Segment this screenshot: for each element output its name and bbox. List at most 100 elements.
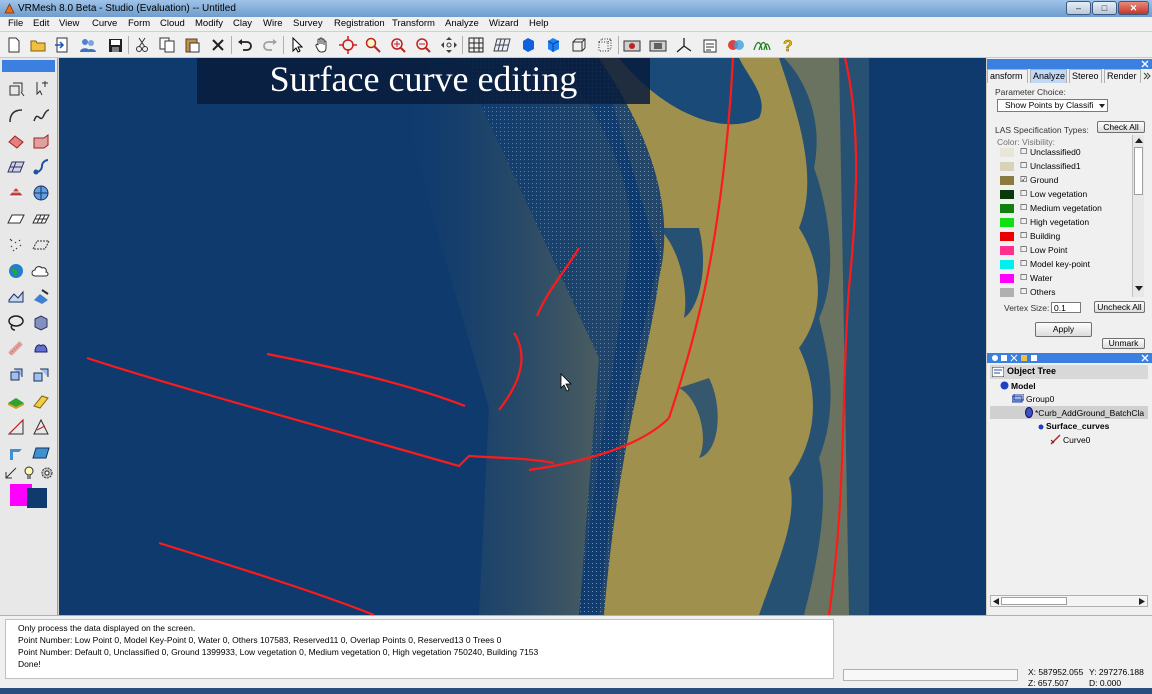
tree-node[interactable]: Curve0 bbox=[1050, 434, 1090, 447]
properties-icon[interactable] bbox=[700, 35, 720, 55]
wire-cube-icon[interactable] bbox=[569, 35, 589, 55]
terrain-icon[interactable] bbox=[5, 390, 27, 412]
class-row[interactable]: ☐ Medium vegetation bbox=[1000, 202, 1130, 216]
scroll-left-icon[interactable] bbox=[993, 598, 999, 605]
triangle-outline-icon[interactable] bbox=[30, 416, 52, 438]
visibility-checkbox[interactable]: ☐ bbox=[1020, 273, 1027, 282]
help-icon[interactable]: ? bbox=[778, 35, 798, 55]
menu-transform[interactable]: Transform bbox=[392, 18, 435, 29]
grid-icon[interactable] bbox=[466, 35, 486, 55]
blob-icon[interactable] bbox=[30, 338, 52, 360]
menu-curve[interactable]: Curve bbox=[92, 18, 117, 29]
class-row[interactable]: ☐ Low Point bbox=[1000, 244, 1130, 258]
class-row[interactable]: ☐ Low vegetation bbox=[1000, 188, 1130, 202]
visibility-checkbox[interactable]: ☐ bbox=[1020, 287, 1027, 296]
bulb-icon[interactable] bbox=[20, 464, 38, 482]
parameter-choice-select[interactable]: Show Points by Classifi bbox=[997, 99, 1108, 112]
class-row[interactable]: ☐ Model key-point bbox=[1000, 258, 1130, 272]
shaded-cube-icon[interactable] bbox=[543, 35, 563, 55]
pan-hand-icon[interactable] bbox=[312, 35, 332, 55]
cube-copy-icon[interactable] bbox=[30, 364, 52, 386]
scale-icon[interactable] bbox=[2, 464, 20, 482]
menu-file[interactable]: File bbox=[8, 18, 23, 29]
unmark-button[interactable]: Unmark bbox=[1102, 338, 1145, 349]
scroll-up-icon[interactable] bbox=[1135, 138, 1143, 143]
scatter-icon[interactable] bbox=[5, 234, 27, 256]
scroll-thumb[interactable] bbox=[1134, 147, 1143, 195]
menu-modify[interactable]: Modify bbox=[195, 18, 223, 29]
visibility-checkbox[interactable]: ☐ bbox=[1020, 147, 1027, 156]
tab-scroll-icon[interactable] bbox=[1143, 72, 1151, 80]
cube-select-icon[interactable] bbox=[5, 78, 27, 100]
undo-icon[interactable] bbox=[235, 35, 255, 55]
grid-flat-icon[interactable] bbox=[30, 208, 52, 230]
class-row[interactable]: ☐ Unclassified0 bbox=[1000, 146, 1130, 160]
menu-wire[interactable]: Wire bbox=[263, 18, 283, 29]
menu-form[interactable]: Form bbox=[128, 18, 150, 29]
curve-icon[interactable] bbox=[5, 105, 27, 127]
brush-icon[interactable] bbox=[30, 286, 52, 308]
new-icon[interactable] bbox=[4, 35, 24, 55]
axis-icon[interactable] bbox=[674, 35, 694, 55]
visibility-checkbox[interactable]: ☐ bbox=[1020, 231, 1027, 240]
tree-node[interactable]: Surface_curves bbox=[1038, 421, 1109, 432]
tab-stereo[interactable]: Stereo bbox=[1069, 69, 1102, 83]
vertex-size-input[interactable]: 0.1 bbox=[1051, 302, 1081, 313]
menu-analyze[interactable]: Analyze bbox=[445, 18, 479, 29]
background-color-swatch[interactable] bbox=[27, 488, 47, 508]
3d-viewport[interactable]: Surface curve editing bbox=[59, 58, 986, 615]
tree-node[interactable]: Group0 bbox=[1011, 393, 1054, 405]
close-icon[interactable] bbox=[1141, 60, 1149, 68]
class-row[interactable]: ☐ Water bbox=[1000, 272, 1130, 286]
copy-icon[interactable] bbox=[157, 35, 177, 55]
panel-icon[interactable] bbox=[30, 442, 52, 464]
spline-icon[interactable] bbox=[30, 105, 52, 127]
plane-icon[interactable] bbox=[5, 156, 27, 178]
uncheck-all-button[interactable]: Uncheck All bbox=[1094, 301, 1145, 313]
cloud-icon[interactable] bbox=[30, 260, 52, 282]
class-row[interactable]: ☐ High vegetation bbox=[1000, 216, 1130, 230]
maximize-button[interactable]: □ bbox=[1092, 1, 1117, 15]
triangle-icon[interactable] bbox=[5, 416, 27, 438]
visibility-checkbox[interactable]: ☐ bbox=[1020, 161, 1027, 170]
surface-icon[interactable] bbox=[5, 130, 27, 152]
tree-node[interactable]: *Curb_AddGround_BatchCla bbox=[1025, 407, 1144, 420]
tree-toolbar-icons[interactable] bbox=[991, 354, 1051, 362]
check-all-button[interactable]: Check All bbox=[1097, 121, 1145, 133]
visibility-checkbox[interactable]: ☐ bbox=[1020, 189, 1027, 198]
apply-button[interactable]: Apply bbox=[1035, 322, 1092, 337]
lasso-icon[interactable] bbox=[5, 312, 27, 334]
class-list-scrollbar[interactable] bbox=[1132, 135, 1144, 297]
globe-icon[interactable] bbox=[5, 260, 27, 282]
select-arrow-icon[interactable] bbox=[287, 35, 307, 55]
tree-close-icon[interactable] bbox=[1141, 354, 1149, 362]
solid-cube-icon[interactable] bbox=[518, 35, 538, 55]
flat-icon[interactable] bbox=[5, 208, 27, 230]
menu-registration[interactable]: Registration bbox=[334, 18, 385, 29]
plane-grid-icon[interactable] bbox=[492, 35, 512, 55]
redo-icon[interactable] bbox=[260, 35, 280, 55]
close-button[interactable]: ✕ bbox=[1118, 1, 1149, 15]
rotate-icon[interactable] bbox=[338, 35, 358, 55]
tab-analyze[interactable]: Analyze bbox=[1030, 69, 1067, 83]
gear-icon[interactable] bbox=[38, 464, 56, 482]
sphere-net-icon[interactable] bbox=[30, 182, 52, 204]
bandage-icon[interactable] bbox=[5, 338, 27, 360]
sweep-icon[interactable] bbox=[30, 156, 52, 178]
point-cube-icon[interactable] bbox=[595, 35, 615, 55]
hscroll-thumb[interactable] bbox=[1001, 597, 1067, 605]
visibility-checkbox[interactable]: ☑ bbox=[1020, 175, 1027, 184]
shade-icon[interactable] bbox=[30, 312, 52, 334]
visibility-checkbox[interactable]: ☐ bbox=[1020, 217, 1027, 226]
dotted-plane-icon[interactable] bbox=[30, 234, 52, 256]
menu-clay[interactable]: Clay bbox=[233, 18, 252, 29]
import-icon[interactable] bbox=[52, 35, 72, 55]
tree-hscrollbar[interactable] bbox=[990, 595, 1148, 607]
split-icon[interactable] bbox=[5, 442, 27, 464]
scroll-right-icon[interactable] bbox=[1139, 598, 1145, 605]
minimize-button[interactable]: – bbox=[1066, 1, 1091, 15]
wave-icon[interactable] bbox=[752, 35, 772, 55]
scroll-down-icon[interactable] bbox=[1135, 286, 1143, 291]
paste-icon[interactable] bbox=[182, 35, 202, 55]
class-row[interactable]: ☐ Others bbox=[1000, 286, 1130, 300]
